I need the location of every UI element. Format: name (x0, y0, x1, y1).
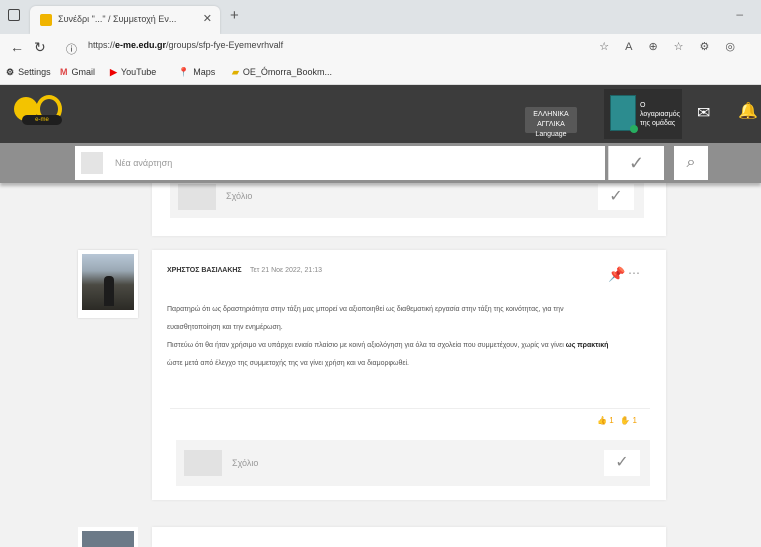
post-composer-bar: Νέα ανάρτηση ✓ ⌕ (0, 143, 761, 183)
post-paragraph: Παρατηρώ ότι ως δραστηριότητα στην τάξη … (167, 306, 564, 313)
divider (170, 408, 650, 409)
search-icon[interactable]: ⌕ (674, 146, 708, 180)
post-author[interactable]: ΧΡΗΣΤΟΣ ΒΑΣΙΛΑΚΗΣ (167, 267, 242, 274)
bookmark-folder[interactable]: ▰ OE_Ómorra_Βookm... (232, 67, 332, 78)
user-avatar (610, 95, 638, 133)
site-header: e-me ΕΛΛΗΝΙΚΑ ΑΓΓΛΙΚΑ Language Ο λογαρια… (0, 85, 761, 143)
site-favicon-icon (40, 14, 52, 26)
next-post-card (152, 527, 666, 547)
user-name: Ο λογαριασμός της ομάδας (640, 102, 681, 127)
reaction-icon[interactable]: ✋ (620, 416, 630, 425)
pin-icon[interactable]: 📌 (608, 266, 625, 283)
next-post-avatar[interactable] (78, 527, 138, 547)
bookmark-settings[interactable]: ⚙ Settings (6, 67, 51, 78)
user-account-menu[interactable]: Ο λογαριασμός της ομάδας (604, 89, 682, 139)
gmail-icon: M (60, 67, 68, 77)
url-field[interactable]: https://e-me.edu.gr/groups/sfp-fye-Eyeme… (88, 40, 283, 50)
youtube-icon: ▶ (110, 67, 117, 77)
bookmark-youtube[interactable]: ▶ YouTube (110, 67, 156, 78)
post-paragraph: ώστε μετά από έλεγχο της συμμετοχής της … (167, 360, 410, 367)
new-tab-icon[interactable]: + (230, 7, 239, 24)
author-avatar[interactable] (78, 250, 138, 318)
bookmark-maps[interactable]: 📍 Maps (178, 67, 215, 78)
bookmark-gmail[interactable]: M Gmail (60, 67, 95, 77)
reply-submit-check-icon[interactable]: ✓ (598, 184, 634, 210)
browser-tab-bar: Συνέδρι "..." / Συμμετοχή Εν... ✕ + – (0, 0, 761, 34)
post-paragraph: Πιστεύω ότι θα ήταν χρήσιμο να υπάρχει ε… (167, 342, 609, 349)
notifications-bell-icon[interactable]: 🔔 (738, 101, 758, 121)
reply-avatar (184, 450, 222, 476)
back-icon[interactable]: ← (10, 39, 24, 55)
tab-title: Συνέδρι "..." / Συμμετοχή Εν... (58, 14, 177, 24)
composer-avatar (81, 152, 103, 174)
map-pin-icon: 📍 (178, 67, 190, 77)
bookmarks-bar: ⚙ Settings M Gmail ▶ YouTube 📍 Maps ▰ OE_Ómor… (0, 62, 761, 85)
more-options-icon[interactable]: ⋯ (628, 266, 640, 280)
address-bar: ← ↻ ⓘ https://e-me.edu.gr/groups/sfp-fye… (0, 34, 761, 62)
folder-icon: ▰ (232, 67, 239, 77)
post-date: Τετ 21 Νοε 2022, 21:13 (250, 267, 323, 274)
new-post-input[interactable]: Νέα ανάρτηση (75, 146, 605, 180)
close-tab-icon[interactable]: ✕ (203, 12, 212, 25)
mail-icon[interactable]: ✉ (697, 103, 710, 123)
reply-input-row[interactable]: Σχόλιο ✓ (176, 440, 650, 486)
reload-icon[interactable]: ↻ (34, 39, 46, 56)
minimize-icon[interactable]: – (736, 7, 743, 21)
submit-post-check-icon[interactable]: ✓ (608, 146, 664, 180)
post-paragraph: ευαισθητοποίηση και την ενημέρωση. (167, 324, 283, 331)
gear-icon: ⚙ (6, 67, 15, 77)
reply-avatar (178, 184, 216, 210)
browser-tab[interactable]: Συνέδρι "..." / Συμμετοχή Εν... ✕ (30, 6, 220, 34)
reply-submit-check-icon[interactable]: ✓ (604, 450, 640, 476)
window-menu-icon[interactable] (8, 9, 20, 21)
e-me-logo[interactable]: e-me (14, 93, 74, 129)
page-info-icon[interactable]: ⓘ (66, 41, 77, 57)
post-reactions[interactable]: 👍 1 ✋ 1 (597, 416, 637, 425)
language-button[interactable]: ΕΛΛΗΝΙΚΑ ΑΓΓΛΙΚΑ Language (525, 107, 577, 138)
online-status-icon (630, 125, 638, 133)
like-icon[interactable]: 👍 (597, 416, 607, 425)
browser-toolbar-icons[interactable]: ☆A⊕☆⚙◎ (599, 40, 751, 53)
